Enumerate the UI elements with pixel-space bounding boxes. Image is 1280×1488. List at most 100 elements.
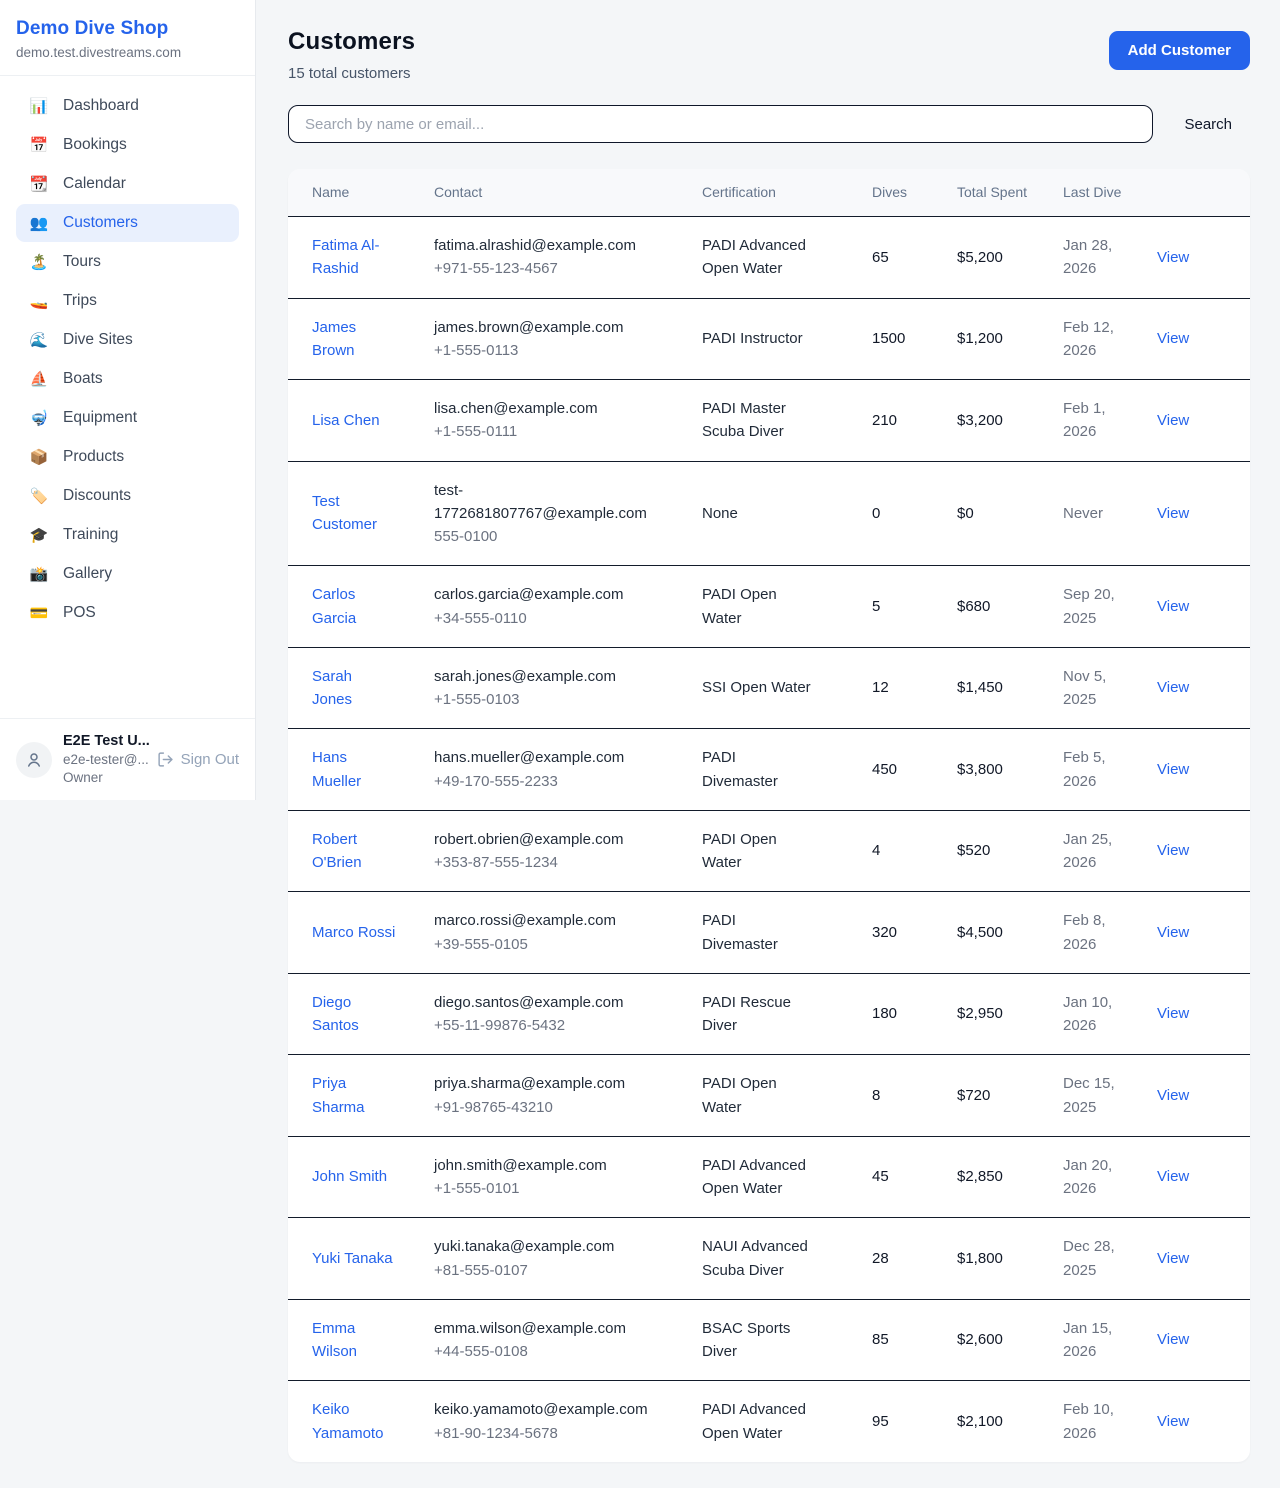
customer-name-link[interactable]: Lisa Chen: [312, 412, 380, 429]
view-customer-link[interactable]: View: [1157, 1413, 1189, 1430]
view-customer-link[interactable]: View: [1157, 1331, 1189, 1348]
customer-phone: +1-555-0113: [434, 339, 674, 362]
sidebar-item-label: Tours: [63, 253, 101, 271]
customer-email: test-1772681807767@example.com: [434, 479, 674, 526]
sidebar-item-equipment[interactable]: 🤿Equipment: [16, 399, 239, 437]
customer-email: keiko.yamamoto@example.com: [434, 1398, 674, 1421]
sidebar-item-pos[interactable]: 💳POS: [16, 594, 239, 632]
cell-name: Robert O'Brien: [288, 810, 434, 892]
pos-icon: 💳: [29, 606, 49, 621]
cell-contact: lisa.chen@example.com+1-555-0111: [434, 380, 702, 462]
customer-name-link[interactable]: Emma Wilson: [312, 1320, 357, 1360]
cell-name: Test Customer: [288, 461, 434, 566]
tours-icon: 🏝️: [29, 255, 49, 270]
sidebar-item-label: Trips: [63, 292, 97, 310]
customer-name-link[interactable]: Fatima Al-Rashid: [312, 237, 380, 277]
customer-name-link[interactable]: Hans Mueller: [312, 749, 361, 789]
customer-phone: +34-555-0110: [434, 607, 674, 630]
sidebar-item-dashboard[interactable]: 📊Dashboard: [16, 87, 239, 125]
view-customer-link[interactable]: View: [1157, 679, 1189, 696]
cell-name: Carlos Garcia: [288, 566, 434, 648]
calendar-icon: 📆: [29, 177, 49, 192]
sidebar-item-customers[interactable]: 👥 Customers: [16, 204, 239, 242]
search-button[interactable]: Search: [1184, 108, 1232, 141]
cell-certification: PADI Instructor: [702, 298, 872, 380]
view-customer-link[interactable]: View: [1157, 1087, 1189, 1104]
sidebar-item-training[interactable]: 🎓Training: [16, 516, 239, 554]
cell-last-dive: Jan 10, 2026: [1063, 973, 1157, 1055]
customer-name-link[interactable]: Sarah Jones: [312, 668, 352, 708]
sidebar-item-label: Customers: [63, 214, 138, 232]
cell-action: View: [1157, 729, 1250, 811]
view-customer-link[interactable]: View: [1157, 842, 1189, 859]
view-customer-link[interactable]: View: [1157, 598, 1189, 615]
view-customer-link[interactable]: View: [1157, 249, 1189, 266]
sidebar-item-dive-sites[interactable]: 🌊Dive Sites: [16, 321, 239, 359]
customer-name-link[interactable]: Carlos Garcia: [312, 586, 356, 626]
cell-dives: 5: [872, 566, 957, 648]
cell-name: Keiko Yamamoto: [288, 1381, 434, 1462]
customer-name-link[interactable]: Marco Rossi: [312, 924, 395, 941]
customer-name-link[interactable]: Priya Sharma: [312, 1075, 365, 1115]
table-row: Hans Muellerhans.mueller@example.com+49-…: [288, 729, 1250, 811]
main-content: Customers 15 total customers Add Custome…: [256, 0, 1280, 1488]
cell-total-spent: $680: [957, 566, 1063, 648]
sidebar-item-discounts[interactable]: 🏷️Discounts: [16, 477, 239, 515]
cell-action: View: [1157, 892, 1250, 974]
page-title: Customers: [288, 28, 415, 56]
view-customer-link[interactable]: View: [1157, 761, 1189, 778]
sidebar-item-gallery[interactable]: 📸Gallery: [16, 555, 239, 593]
customers-table-card: NameContactCertificationDivesTotal Spent…: [288, 169, 1250, 1462]
column-header-name: Name: [288, 169, 434, 217]
sidebar-item-label: Training: [63, 526, 118, 544]
cell-dives: 8: [872, 1055, 957, 1137]
gallery-icon: 📸: [29, 567, 49, 582]
customer-email: diego.santos@example.com: [434, 991, 674, 1014]
user-meta: E2E Test U... e2e-tester@... Owner: [63, 732, 146, 787]
sidebar: Demo Dive Shop demo.test.divestreams.com…: [0, 0, 256, 800]
view-customer-link[interactable]: View: [1157, 505, 1189, 522]
customer-email: james.brown@example.com: [434, 316, 674, 339]
sidebar-item-bookings[interactable]: 📅Bookings: [16, 126, 239, 164]
view-customer-link[interactable]: View: [1157, 924, 1189, 941]
trips-icon: 🚤: [29, 294, 49, 309]
view-customer-link[interactable]: View: [1157, 1250, 1189, 1267]
add-customer-button[interactable]: Add Customer: [1109, 31, 1250, 70]
cell-action: View: [1157, 380, 1250, 462]
table-row: Robert O'Brienrobert.obrien@example.com+…: [288, 810, 1250, 892]
customer-name-link[interactable]: Yuki Tanaka: [312, 1250, 393, 1267]
view-customer-link[interactable]: View: [1157, 1168, 1189, 1185]
sidebar-item-trips[interactable]: 🚤 Trips: [16, 282, 239, 320]
customer-phone: +49-170-555-2233: [434, 770, 674, 793]
customer-name-link[interactable]: John Smith: [312, 1168, 387, 1185]
sidebar-item-calendar[interactable]: 📆Calendar: [16, 165, 239, 203]
customer-email: john.smith@example.com: [434, 1154, 674, 1177]
sidebar-item-tours[interactable]: 🏝️ Tours: [16, 243, 239, 281]
cell-name: Fatima Al-Rashid: [288, 217, 434, 299]
cell-certification: PADI Advanced Open Water: [702, 217, 872, 299]
customer-name-link[interactable]: James Brown: [312, 319, 356, 359]
sidebar-item-products[interactable]: 📦Products: [16, 438, 239, 476]
search-input[interactable]: [288, 105, 1153, 143]
cell-dives: 85: [872, 1299, 957, 1381]
sidebar-item-label: Products: [63, 448, 124, 466]
customer-name-link[interactable]: Robert O'Brien: [312, 831, 362, 871]
sidebar-item-boats[interactable]: ⛵Boats: [16, 360, 239, 398]
cell-action: View: [1157, 647, 1250, 729]
cell-certification: None: [702, 461, 872, 566]
customer-name-link[interactable]: Test Customer: [312, 493, 377, 533]
cell-name: John Smith: [288, 1136, 434, 1218]
view-customer-link[interactable]: View: [1157, 330, 1189, 347]
customer-name-link[interactable]: Keiko Yamamoto: [312, 1401, 383, 1441]
view-customer-link[interactable]: View: [1157, 412, 1189, 429]
customers-icon: 👥: [29, 216, 49, 231]
page-head-text: Customers 15 total customers: [288, 28, 415, 82]
search-row: Search: [288, 105, 1250, 143]
customer-name-link[interactable]: Diego Santos: [312, 994, 359, 1034]
table-row: Lisa Chen lisa.chen@example.com+1-555-011…: [288, 380, 1250, 462]
cell-last-dive: Sep 20, 2025: [1063, 566, 1157, 648]
view-customer-link[interactable]: View: [1157, 1005, 1189, 1022]
sign-out-button[interactable]: Sign Out: [157, 751, 239, 768]
customer-phone: +44-555-0108: [434, 1340, 674, 1363]
cell-last-dive: Jan 15, 2026: [1063, 1299, 1157, 1381]
